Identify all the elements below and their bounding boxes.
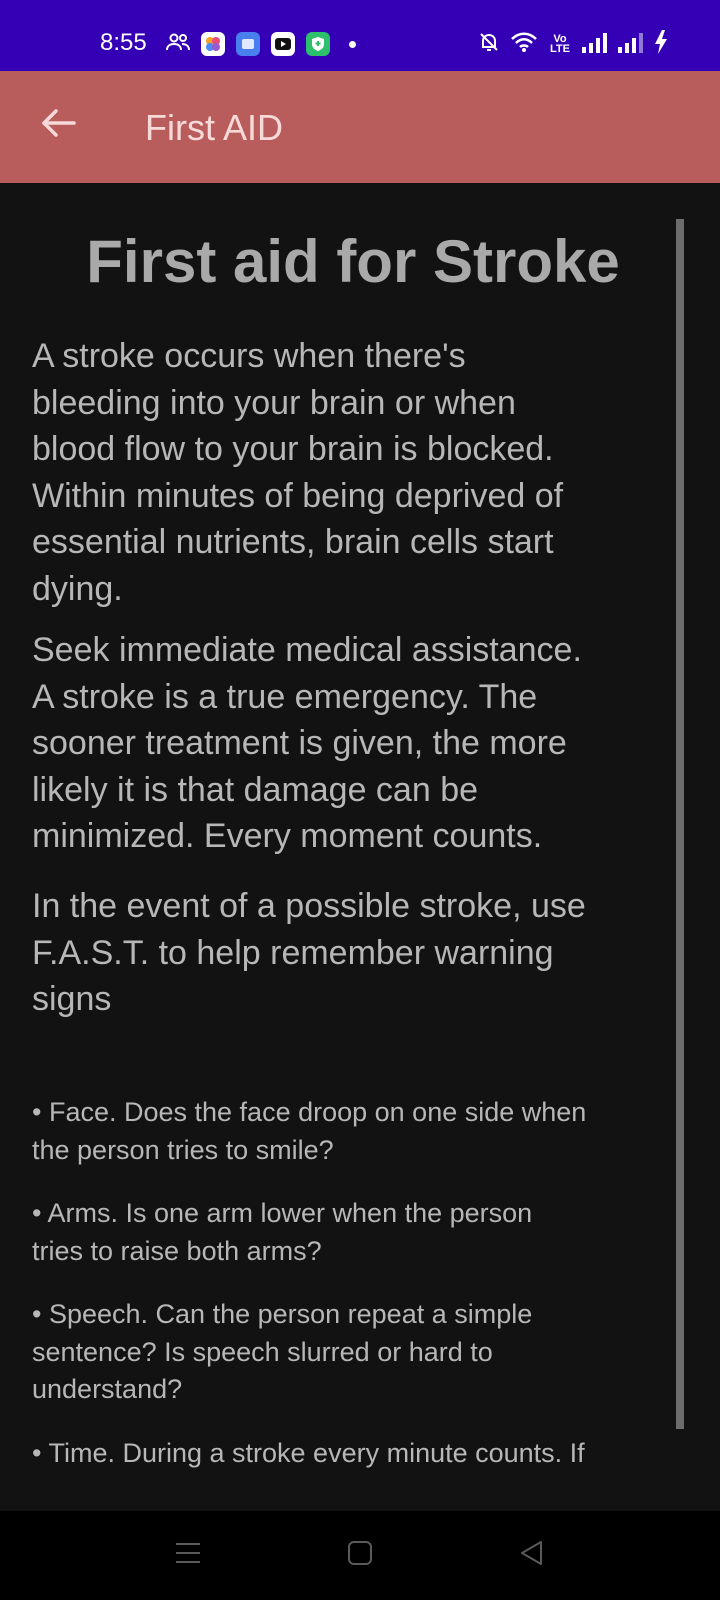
menu-icon — [175, 1541, 201, 1570]
back-triangle-icon — [519, 1540, 545, 1571]
back-nav-button[interactable] — [510, 1533, 554, 1577]
photos-app-icon — [201, 32, 225, 56]
status-bar: 8:55 Vo LTE — [0, 0, 720, 71]
home-button[interactable] — [338, 1533, 382, 1577]
home-icon — [347, 1540, 373, 1571]
article-title: First aid for Stroke — [86, 228, 620, 295]
paragraph-seek-help: Seek immediate medical assistance. A str… — [32, 631, 582, 855]
recent-apps-button[interactable] — [166, 1533, 210, 1577]
status-time: 8:55 — [100, 29, 147, 56]
navigation-bar — [0, 1511, 720, 1600]
security-app-icon — [306, 32, 330, 56]
bullet-speech: • Speech. Can the person repeat a simple… — [32, 1299, 533, 1404]
paragraph-fast: In the event of a possible stroke, use F… — [32, 887, 586, 1018]
bell-off-icon — [478, 31, 500, 58]
system-icons: Vo LTE — [478, 29, 668, 59]
notification-icons — [166, 31, 356, 57]
bullet-face: • Face. Does the face droop on one side … — [32, 1097, 587, 1165]
wifi-icon — [510, 31, 538, 58]
people-icon — [166, 32, 190, 57]
bullet-arms: • Arms. Is one arm lower when the person… — [32, 1198, 533, 1266]
files-app-icon — [236, 32, 260, 56]
arrow-left-icon — [40, 108, 76, 143]
bullet-time: • Time. During a stroke every minute cou… — [32, 1438, 585, 1468]
notification-dot — [349, 40, 356, 48]
screen: 8:55 Vo LTE First AID First aid for Stro… — [0, 0, 720, 1600]
volte-icon: Vo LTE — [550, 33, 570, 55]
article-scroll-view[interactable]: First aid for Stroke A stroke occurs whe… — [0, 183, 720, 1511]
youtube-icon — [271, 32, 295, 56]
signal-icon — [582, 31, 608, 58]
app-title: First AID — [145, 107, 284, 148]
app-bar: First AID — [0, 71, 720, 183]
charging-icon — [654, 29, 668, 59]
back-button[interactable] — [30, 97, 86, 153]
scrollbar[interactable] — [676, 219, 684, 1429]
paragraph-intro: A stroke occurs when there's bleeding in… — [32, 337, 564, 608]
signal-icon-2 — [618, 31, 644, 58]
